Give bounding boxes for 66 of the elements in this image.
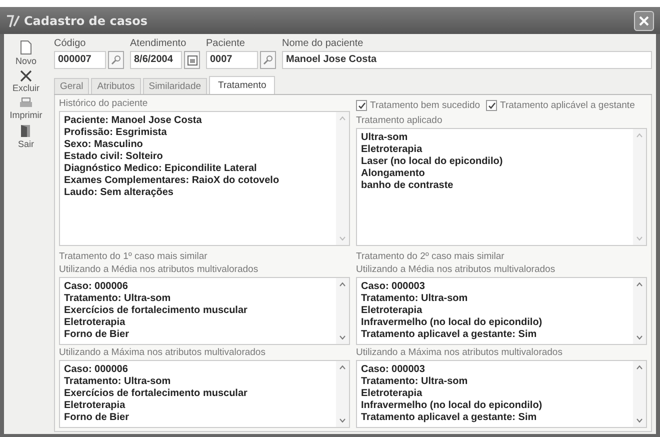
scroll-down-icon	[339, 236, 346, 241]
section-label: Utilizando a Média nos atributos multivalorados	[59, 264, 260, 275]
document-icon	[20, 40, 32, 55]
lookup-button[interactable]	[108, 51, 124, 69]
close-icon	[20, 70, 32, 82]
input-field[interactable]: 8/6/2004	[130, 51, 182, 69]
scrollbar[interactable]	[633, 278, 646, 344]
scroll-down-icon	[636, 418, 643, 423]
text-area[interactable]: Paciente: Manoel Jose Costa Profissão: Esgrimista Sexo: Masculino Estado civil: Solteiro Diagnóstico Medico: Epicondilite Lateral Exames Complementares: RaioX do cotovelo Laudo: Sem alterações	[59, 111, 350, 246]
field-label: Paciente	[206, 38, 246, 49]
app-icon	[6, 14, 20, 28]
tab[interactable]: Atributos	[91, 78, 141, 94]
section-label: Utilizando a Média nos atributos multivalorados	[356, 264, 556, 275]
section-label: Utilizando a Máxima nos atributos multivalorados	[59, 347, 266, 358]
section-label: Tratamento aplicado	[356, 115, 444, 126]
input-field[interactable]: Manoel Jose Costa	[282, 51, 652, 69]
scroll-up-icon	[636, 282, 643, 287]
input-field[interactable]: 000007	[54, 51, 106, 69]
printer-icon	[19, 97, 33, 109]
scroll-up-icon	[339, 116, 346, 121]
checkbox-label: Tratamento aplicável a gestante	[500, 100, 635, 111]
lookup-button[interactable]	[260, 51, 276, 69]
calendar-icon	[186, 54, 198, 66]
section-label: Tratamento do 1º caso mais similar	[59, 251, 208, 262]
close-button[interactable]	[634, 10, 654, 30]
scroll-down-icon	[636, 335, 643, 340]
tab[interactable]: Tratamento	[209, 76, 276, 94]
scrollbar[interactable]	[336, 112, 349, 245]
field-label: Código	[54, 38, 87, 49]
text-area[interactable]: Caso: 000003 Tratamento: Ultra-som Eletroterapia Infravermelho (no local do epicondilo) Tratamento aplicavel a gestante: Sim	[356, 277, 647, 345]
section-label: Histórico do paciente	[59, 98, 149, 109]
field-label: Atendimento	[130, 38, 188, 49]
section-label: Tratamento do 2º caso mais similar	[356, 251, 506, 262]
checkbox[interactable]	[356, 100, 367, 111]
text-area[interactable]: Caso: 000003 Tratamento: Ultra-som Eletroterapia Infravermelho (no local do epicondilo) Tratamento aplicavel a gestante: Sim	[356, 360, 647, 428]
checkbox-label: Tratamento bem sucedido	[370, 100, 480, 111]
scroll-up-icon	[339, 282, 346, 287]
text-area[interactable]: Ultra-som Eletroterapia Laser (no local do epicondilo) Alongamento banho de contraste	[356, 128, 647, 246]
scroll-down-icon	[636, 236, 643, 241]
toolbar-button[interactable]: Excluir	[12, 70, 40, 93]
scrollbar[interactable]	[633, 361, 646, 427]
scrollbar[interactable]	[336, 361, 349, 427]
scroll-up-icon	[636, 133, 643, 138]
scroll-up-icon	[636, 365, 643, 370]
scroll-down-icon	[339, 418, 346, 423]
tab[interactable]: Geral	[54, 78, 90, 94]
input-field[interactable]: 0007	[206, 51, 258, 69]
text-area[interactable]: Caso: 000006 Tratamento: Ultra-som Exercícios de fortalecimento muscular Eletroterapia Forno de Bier	[59, 277, 350, 345]
toolbar-button[interactable]: Imprimir	[10, 97, 42, 120]
scrollbar[interactable]	[633, 129, 646, 245]
scroll-up-icon	[339, 365, 346, 370]
window-title: Cadastro de casos	[24, 14, 148, 28]
close-icon	[639, 16, 649, 26]
section-label: Utilizando a Máxima nos atributos multivalorados	[356, 347, 564, 358]
text-area[interactable]: Caso: 000006 Tratamento: Ultra-som Exercícios de fortalecimento muscular Eletroterapia Forno de Bier	[59, 360, 350, 428]
search-icon	[111, 55, 121, 65]
scroll-down-icon	[339, 335, 346, 340]
scrollbar[interactable]	[336, 278, 349, 344]
toolbar-button[interactable]: Novo	[15, 40, 36, 66]
tab[interactable]: Similaridade	[142, 78, 208, 94]
calendar-button[interactable]	[184, 51, 200, 69]
door-icon	[20, 124, 32, 138]
search-icon	[263, 55, 273, 65]
toolbar-button[interactable]: Sair	[18, 124, 34, 149]
checkbox[interactable]	[486, 100, 498, 111]
field-label: Nome do paciente	[282, 38, 364, 49]
